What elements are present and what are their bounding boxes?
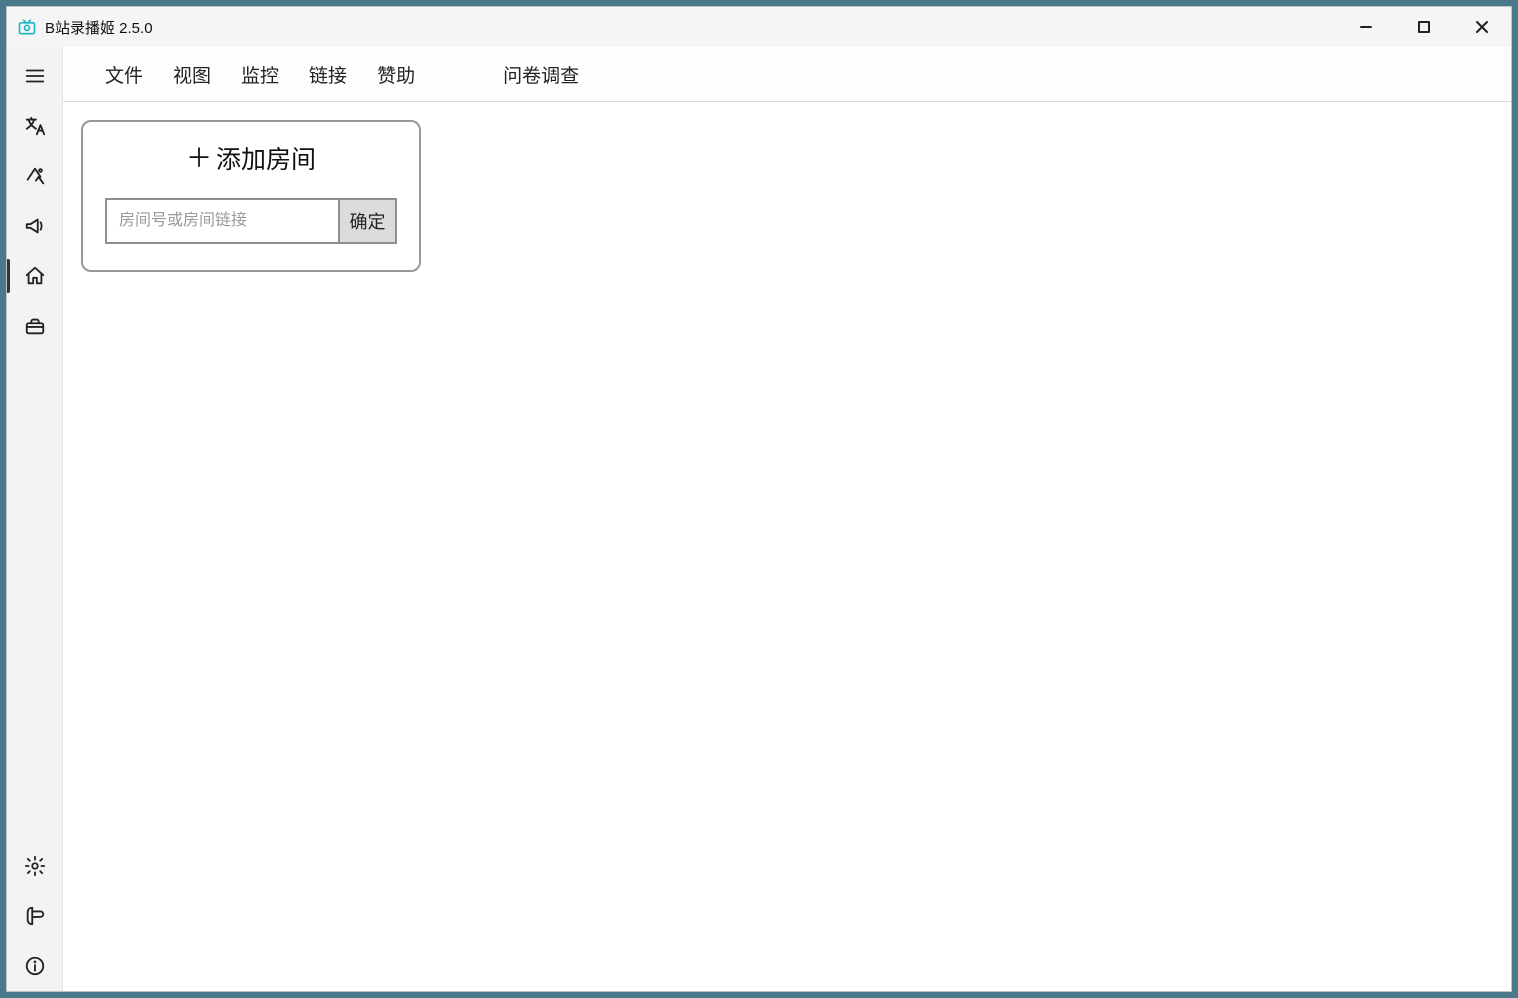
sidebar-toggle[interactable]: [7, 51, 63, 101]
sidebar-item-home[interactable]: [7, 251, 63, 301]
sidebar-item-announce[interactable]: [7, 201, 63, 251]
toolbox-icon: [24, 315, 46, 337]
menu-monitor[interactable]: 监控: [241, 61, 279, 88]
theme-icon: [24, 165, 46, 187]
menubar: 文件 视图 监控 链接 赞助 问卷调查: [63, 47, 1511, 102]
menu-file[interactable]: 文件: [105, 61, 143, 88]
app-body: 文件 视图 监控 链接 赞助 问卷调查 ＋ 添加房间 确定: [7, 47, 1511, 991]
announce-icon: [24, 215, 46, 237]
menu-survey[interactable]: 问卷调查: [503, 61, 579, 88]
room-id-input[interactable]: [105, 198, 338, 244]
log-icon: [24, 905, 46, 927]
hamburger-icon: [24, 65, 46, 87]
add-room-card: ＋ 添加房间 确定: [81, 120, 421, 272]
sidebar-item-language[interactable]: [7, 101, 63, 151]
info-icon: [24, 955, 46, 977]
menu-sponsor[interactable]: 赞助: [377, 61, 415, 88]
menu-link[interactable]: 链接: [309, 61, 347, 88]
close-button[interactable]: [1453, 7, 1511, 47]
main-content: 文件 视图 监控 链接 赞助 问卷调查 ＋ 添加房间 确定: [63, 47, 1511, 991]
home-icon: [24, 265, 46, 287]
add-room-input-row: 确定: [105, 198, 397, 244]
app-title: B站录播姬 2.5.0: [45, 17, 153, 38]
add-room-title-text: 添加房间: [216, 140, 316, 176]
confirm-button[interactable]: 确定: [338, 198, 397, 244]
sidebar-item-theme[interactable]: [7, 151, 63, 201]
minimize-button[interactable]: [1337, 7, 1395, 47]
add-room-title: ＋ 添加房间: [105, 140, 397, 176]
maximize-button[interactable]: [1395, 7, 1453, 47]
settings-icon: [24, 855, 46, 877]
language-icon: [24, 115, 46, 137]
sidebar-item-info[interactable]: [7, 941, 63, 991]
menu-view[interactable]: 视图: [173, 61, 211, 88]
sidebar: [7, 47, 63, 991]
app-window: B站录播姬 2.5.0: [6, 6, 1512, 992]
sidebar-item-toolbox[interactable]: [7, 301, 63, 351]
app-icon: [17, 17, 37, 37]
content-area: ＋ 添加房间 确定: [63, 102, 1511, 991]
plus-icon: ＋: [186, 145, 212, 171]
sidebar-item-log[interactable]: [7, 891, 63, 941]
titlebar: B站录播姬 2.5.0: [7, 7, 1511, 47]
sidebar-item-settings[interactable]: [7, 841, 63, 891]
